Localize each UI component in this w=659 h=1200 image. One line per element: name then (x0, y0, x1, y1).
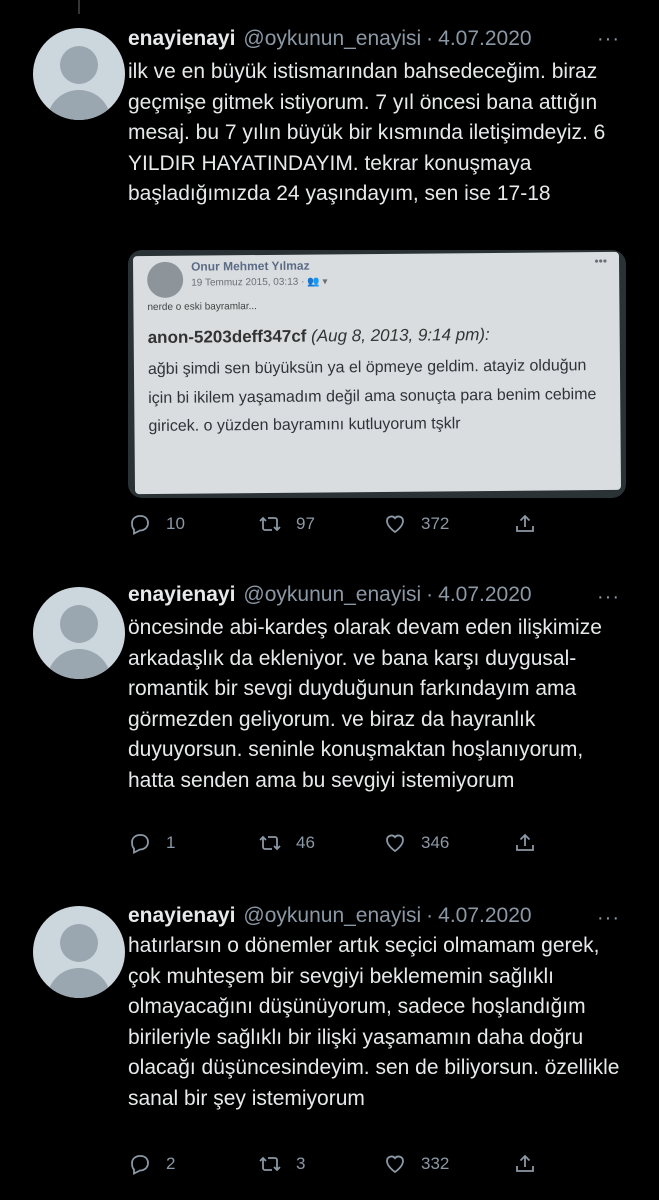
photo-poster-name: Onur Mehmet Yılmaz (191, 258, 310, 274)
anon-time: (Aug 8, 2013, 9:14 pm): (306, 325, 490, 346)
action-bar: 2 3 332 (128, 1152, 548, 1186)
display-name[interactable]: enayienayi (128, 904, 235, 928)
retweet-count: 97 (296, 514, 315, 533)
tweet-header: enayienayi @oykunun_enayisi · 4.07.2020 (128, 580, 532, 610)
retweet-icon (259, 516, 281, 532)
reply-icon (131, 1155, 149, 1175)
anon-id: anon-5203deff347cf (147, 326, 307, 347)
user-handle[interactable]: @oykunun_enayisi (243, 904, 421, 928)
reply-count: 2 (166, 1154, 176, 1173)
share-button[interactable] (513, 512, 537, 536)
tweet-header: enayienayi @oykunun_enayisi · 4.07.2020 (128, 901, 532, 931)
like-button[interactable]: 332 (383, 1152, 449, 1176)
retweet-count: 46 (296, 833, 315, 852)
separator-dot: · (426, 904, 434, 927)
tweet-text: hatırlarsın o dönemler artık seçici olma… (128, 934, 620, 1110)
share-button[interactable] (513, 831, 537, 855)
tweet-2[interactable]: enayienayi @oykunun_enayisi · 4.07.2020 … (0, 580, 659, 880)
separator-dot: · (426, 583, 434, 606)
share-icon (516, 833, 534, 851)
tweet-date[interactable]: 4.07.2020 (438, 583, 531, 607)
tweet-3[interactable]: enayienayi @oykunun_enayisi · 4.07.2020 … (0, 901, 659, 1200)
avatar[interactable] (33, 28, 125, 120)
tweet-date[interactable]: 4.07.2020 (438, 27, 531, 51)
more-options-icon[interactable]: ··· (597, 28, 620, 51)
share-button[interactable] (513, 1152, 537, 1176)
avatar[interactable] (33, 587, 125, 679)
photo-post-date: 19 Temmuz 2015, 03:13 · 👥 ▾ (191, 276, 328, 289)
tweet-media-image[interactable]: Onur Mehmet Yılmaz 19 Temmuz 2015, 03:13… (128, 250, 626, 498)
retweet-button[interactable]: 97 (258, 512, 315, 536)
share-icon (516, 1154, 534, 1172)
reply-icon (131, 834, 149, 854)
tweet-text: ilk ve en büyük istismarından bahsedeceğ… (128, 60, 606, 205)
more-options-icon[interactable]: ··· (597, 586, 620, 609)
tweet-date[interactable]: 4.07.2020 (438, 904, 531, 928)
heart-icon (386, 834, 404, 853)
user-handle[interactable]: @oykunun_enayisi (243, 583, 421, 607)
heart-icon (386, 515, 404, 534)
like-count: 332 (421, 1154, 450, 1173)
tweet-1[interactable]: enayienayi @oykunun_enayisi · 4.07.2020 … (0, 22, 659, 562)
like-button[interactable]: 346 (383, 831, 449, 855)
user-handle[interactable]: @oykunun_enayisi (243, 27, 421, 51)
display-name[interactable]: enayienayi (128, 583, 235, 607)
action-bar: 1 46 346 (128, 831, 548, 865)
share-icon (516, 514, 534, 532)
like-count: 372 (421, 514, 450, 533)
action-bar: 10 97 372 (128, 512, 548, 546)
thread-connector-line (78, 0, 80, 14)
photo-menu-icon: ••• (594, 253, 608, 269)
retweet-icon (259, 835, 281, 851)
photo-avatar (147, 261, 184, 299)
screenshot-photo: Onur Mehmet Yılmaz 19 Temmuz 2015, 03:13… (132, 251, 622, 495)
retweet-button[interactable]: 3 (258, 1152, 305, 1176)
retweet-count: 3 (296, 1154, 306, 1173)
like-count: 346 (421, 833, 450, 852)
reply-count: 1 (166, 833, 176, 852)
retweet-button[interactable]: 46 (258, 831, 315, 855)
photo-caption: nerde o eski bayramlar... (147, 301, 257, 314)
reply-button[interactable]: 1 (128, 831, 175, 855)
reply-icon (131, 515, 149, 535)
reply-button[interactable]: 10 (128, 512, 185, 536)
more-options-icon[interactable]: ··· (597, 907, 620, 930)
display-name[interactable]: enayienayi (128, 27, 235, 51)
reply-count: 10 (166, 514, 185, 533)
reply-button[interactable]: 2 (128, 1152, 175, 1176)
like-button[interactable]: 372 (383, 512, 449, 536)
tweet-text: öncesinde abi-kardeş olarak devam eden i… (128, 616, 602, 792)
photo-anon-header: anon-5203deff347cf (Aug 8, 2013, 9:14 pm… (148, 325, 490, 348)
avatar[interactable] (33, 906, 125, 998)
heart-icon (386, 1155, 404, 1174)
separator-dot: · (426, 27, 434, 50)
tweet-header: enayienayi @oykunun_enayisi · 4.07.2020 (128, 24, 532, 54)
retweet-icon (259, 1156, 281, 1172)
photo-message: ağbi şimdi sen büyüksün ya el öpmeye gel… (147, 357, 597, 435)
